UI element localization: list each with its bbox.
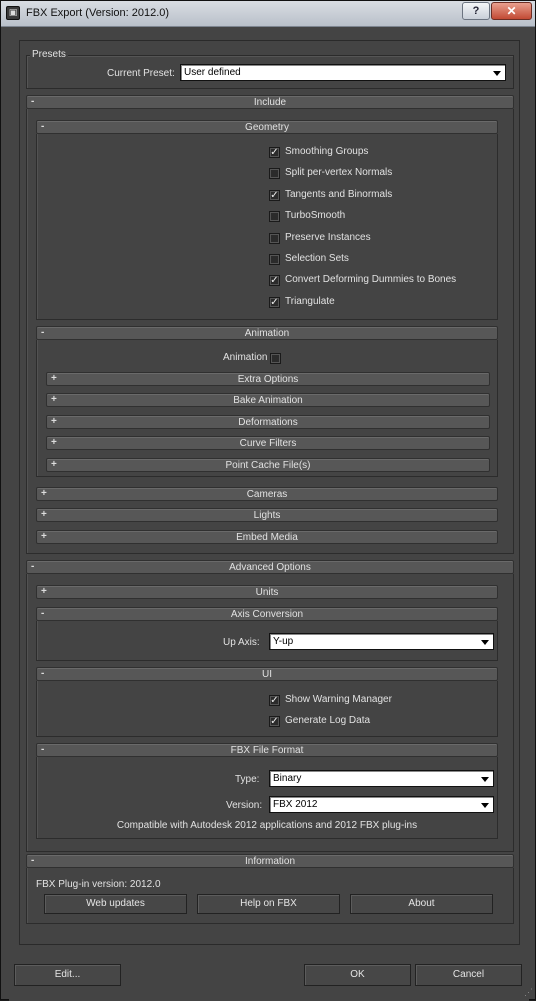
rollout-animation[interactable]: - Animation: [36, 326, 498, 340]
rollout-include-title: Include: [253, 97, 287, 108]
scroll-panel: Presets Current Preset: User defined - I…: [19, 40, 520, 945]
rollout-advanced-options[interactable]: - Advanced Options: [26, 560, 514, 574]
collapsed-rollout-title: Lights: [253, 510, 281, 522]
help-button[interactable]: ?: [462, 2, 490, 20]
rollout-fbx-format-title: FBX File Format: [230, 745, 304, 756]
version-dropdown[interactable]: FBX 2012: [269, 796, 494, 813]
version-value: FBX 2012: [273, 799, 318, 810]
ui-checkbox[interactable]: ✓: [269, 695, 280, 706]
geometry-option-label: Selection Sets: [285, 253, 349, 264]
rollout-advanced-title: Advanced Options: [229, 562, 311, 573]
type-value: Binary: [273, 773, 302, 784]
web-updates-button[interactable]: Web updates: [44, 894, 187, 914]
animation-checkbox-label: Animation: [223, 352, 268, 363]
chevron-down-icon: [481, 803, 489, 808]
ui-checkbox[interactable]: ✓: [269, 716, 280, 728]
sub-rollout-header[interactable]: + Point Cache File(s): [46, 457, 490, 472]
geometry-option-label: Tangents and Binormals: [285, 188, 393, 200]
rollout-fbx-file-format[interactable]: - FBX File Format: [36, 743, 498, 757]
chevron-down-icon: [481, 777, 489, 782]
app-icon: ▣: [6, 6, 20, 20]
ui-body: [36, 681, 498, 737]
collapsed-rollout-header[interactable]: + Embed Media: [36, 529, 498, 544]
geometry-option-label: TurboSmooth: [285, 210, 346, 222]
rollout-axis-title: Axis Conversion: [230, 609, 304, 620]
geometry-checkbox[interactable]: ✓: [269, 275, 280, 287]
about-button[interactable]: About: [350, 894, 493, 914]
sub-rollout-title: Curve Filters: [239, 438, 297, 450]
ok-button[interactable]: OK: [304, 964, 411, 986]
geometry-option-label: Preserve Instances: [285, 231, 371, 243]
geometry-option-label: Convert Deforming Dummies to Bones: [285, 274, 457, 286]
rollout-geometry-title: Geometry: [245, 122, 289, 133]
sub-rollout-header[interactable]: + Curve Filters: [46, 436, 490, 451]
sub-rollout-header[interactable]: + Bake Animation: [46, 393, 490, 408]
rollout-ui[interactable]: - UI: [36, 667, 498, 681]
ui-option-label: Generate Log Data: [285, 715, 371, 727]
dialog-client: Presets Current Preset: User defined - I…: [9, 31, 529, 1001]
collapsed-rollout-title: Embed Media: [236, 531, 298, 543]
collapsed-rollout-header[interactable]: + Lights: [36, 508, 498, 523]
sub-rollout-header[interactable]: + Extra Options: [46, 372, 490, 386]
rollout-units-title: Units: [255, 587, 279, 598]
cancel-button[interactable]: Cancel: [415, 964, 522, 986]
close-button[interactable]: ✕: [491, 2, 532, 20]
geometry-checkbox[interactable]: ✓: [269, 189, 280, 201]
type-label: Type:: [235, 774, 260, 785]
compatibility-text: Compatible with Autodesk 2012 applicatio…: [116, 820, 418, 831]
rollout-axis-conversion[interactable]: - Axis Conversion: [36, 607, 498, 621]
geometry-option-label: Smoothing Groups: [285, 146, 369, 157]
title-bar[interactable]: ▣ FBX Export (Version: 2012.0) ? ✕: [1, 1, 535, 27]
window-title: FBX Export (Version: 2012.0): [26, 7, 170, 19]
up-axis-label: Up Axis:: [223, 637, 260, 648]
chevron-down-icon: [493, 71, 501, 76]
fbx-export-window: ▣ FBX Export (Version: 2012.0) ? ✕ Prese…: [0, 0, 536, 1001]
chevron-down-icon: [481, 640, 489, 645]
geometry-checkbox[interactable]: ✓: [269, 147, 280, 158]
resize-grip-icon[interactable]: ⋰: [523, 987, 533, 997]
sub-rollout-title: Deformations: [238, 416, 298, 428]
rollout-geometry[interactable]: - Geometry: [36, 120, 498, 134]
geometry-checkbox[interactable]: [269, 232, 280, 244]
current-preset-dropdown[interactable]: User defined: [180, 64, 506, 81]
presets-label: Presets: [30, 49, 68, 60]
collapsed-rollout-header[interactable]: + Cameras: [36, 487, 498, 501]
rollout-information[interactable]: - Information: [26, 854, 514, 868]
rollout-information-title: Information: [244, 856, 296, 867]
up-axis-dropdown[interactable]: Y-up: [269, 633, 494, 650]
edit-button[interactable]: Edit...: [14, 964, 121, 986]
current-preset-label: Current Preset:: [107, 68, 175, 79]
geometry-checkbox[interactable]: [269, 211, 280, 223]
animation-checkbox[interactable]: [270, 353, 281, 364]
rollout-include[interactable]: - Include: [26, 95, 514, 109]
ui-option-label: Show Warning Manager: [285, 694, 392, 705]
geometry-checkbox[interactable]: [269, 168, 280, 180]
rollout-ui-title: UI: [262, 669, 272, 680]
geometry-option-label: Triangulate: [285, 295, 335, 307]
current-preset-value: User defined: [184, 67, 241, 78]
rollout-units[interactable]: + Units: [36, 585, 498, 599]
geometry-option-label: Split per-vertex Normals: [285, 167, 393, 179]
rollout-animation-title: Animation: [244, 328, 290, 339]
sub-rollout-title: Bake Animation: [233, 395, 303, 407]
help-on-fbx-button[interactable]: Help on FBX: [197, 894, 340, 914]
sub-rollout-title: Extra Options: [237, 374, 299, 385]
geometry-body: [36, 134, 498, 320]
version-label: Version:: [226, 800, 263, 811]
geometry-checkbox[interactable]: [269, 254, 280, 265]
collapsed-rollout-title: Cameras: [246, 489, 288, 500]
sub-rollout-title: Point Cache File(s): [225, 459, 311, 471]
up-axis-value: Y-up: [273, 636, 294, 647]
plugin-version-text: FBX Plug-in version: 2012.0: [36, 879, 161, 890]
geometry-checkbox[interactable]: ✓: [269, 296, 280, 308]
type-dropdown[interactable]: Binary: [269, 770, 494, 787]
sub-rollout-header[interactable]: + Deformations: [46, 414, 490, 429]
